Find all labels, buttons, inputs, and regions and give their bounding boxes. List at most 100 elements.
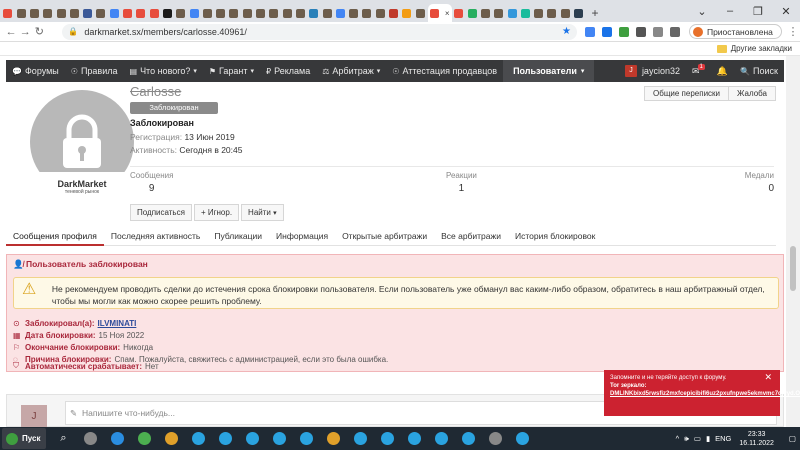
address-bar[interactable]: 🔒 darkmarket.sx/members/carlosse.40961/ … bbox=[62, 23, 577, 40]
browser-tab[interactable] bbox=[414, 4, 426, 22]
browser-tab[interactable] bbox=[82, 4, 94, 22]
clock[interactable]: 23:33 16.11.2022 bbox=[739, 430, 774, 448]
taskbar-app-icon[interactable] bbox=[403, 428, 426, 449]
browser-tab[interactable] bbox=[453, 4, 465, 22]
nav-item[interactable]: ₽ Реклама bbox=[260, 60, 316, 82]
browser-tab[interactable] bbox=[29, 4, 41, 22]
browser-tab[interactable] bbox=[533, 4, 545, 22]
close-icon[interactable]: ✕ bbox=[764, 373, 772, 382]
nav-item[interactable]: ⚖ Арбитраж ▾ bbox=[316, 60, 386, 82]
browser-tab[interactable] bbox=[546, 4, 558, 22]
close-window-icon[interactable]: ✕ bbox=[772, 0, 800, 22]
page-scrollbar[interactable] bbox=[786, 56, 800, 428]
start-button[interactable]: Пуск bbox=[2, 428, 46, 449]
other-bookmarks[interactable]: Другие закладки bbox=[731, 44, 792, 53]
profile-tab[interactable]: Открытые арбитражи bbox=[335, 228, 434, 246]
profile-tab[interactable]: Сообщения профиля bbox=[6, 228, 104, 246]
extension-icon[interactable] bbox=[599, 25, 615, 39]
user-menu[interactable]: J jaycion32 bbox=[619, 60, 686, 82]
taskbar-app-icon[interactable] bbox=[295, 428, 318, 449]
browser-tab[interactable] bbox=[162, 4, 174, 22]
browser-tab[interactable] bbox=[466, 4, 478, 22]
browser-tab[interactable] bbox=[135, 4, 147, 22]
extension-icon[interactable] bbox=[633, 25, 649, 39]
taskbar-app-icon[interactable] bbox=[214, 428, 237, 449]
search-button[interactable]: 🔍 Поиск bbox=[734, 60, 784, 82]
taskbar-app-icon[interactable] bbox=[79, 428, 102, 449]
stat-medals[interactable]: Медали 0 bbox=[745, 171, 774, 194]
browser-tab[interactable] bbox=[295, 4, 307, 22]
profile-tab[interactable]: Последняя активность bbox=[104, 228, 208, 246]
stat-messages[interactable]: Сообщения 9 bbox=[130, 171, 173, 194]
back-icon[interactable]: ← bbox=[4, 26, 18, 38]
taskbar-app-icon[interactable] bbox=[430, 428, 453, 449]
browser-tab[interactable] bbox=[374, 4, 386, 22]
browser-tab[interactable] bbox=[241, 4, 253, 22]
volume-icon[interactable]: 🕪 bbox=[684, 434, 689, 444]
language-indicator[interactable]: ENG bbox=[715, 434, 731, 443]
follow-button[interactable]: Подписаться bbox=[130, 204, 192, 221]
notifications-icon[interactable]: ▢ bbox=[789, 434, 796, 443]
browser-tab[interactable] bbox=[506, 4, 518, 22]
browser-tab[interactable] bbox=[2, 4, 14, 22]
browser-tab[interactable] bbox=[148, 4, 160, 22]
taskbar-app-icon[interactable] bbox=[106, 428, 129, 449]
battery-icon[interactable]: ▮ bbox=[706, 434, 710, 443]
browser-tab[interactable] bbox=[559, 4, 571, 22]
browser-tab[interactable] bbox=[480, 4, 492, 22]
taskbar-app-icon[interactable] bbox=[349, 428, 372, 449]
close-tab-icon[interactable]: × bbox=[445, 9, 450, 18]
ban-by-link[interactable]: ILVMINATI bbox=[98, 319, 137, 328]
nav-users[interactable]: Пользователи ▾ bbox=[503, 60, 595, 82]
browser-tab[interactable] bbox=[228, 4, 240, 22]
report-button[interactable]: Жалоба bbox=[728, 86, 776, 101]
taskbar-app-icon[interactable] bbox=[160, 428, 183, 449]
lock-icon[interactable]: 🔒 bbox=[68, 27, 78, 36]
extension-icon[interactable] bbox=[667, 25, 683, 39]
browser-tab[interactable] bbox=[573, 4, 585, 22]
taskbar-app-icon[interactable] bbox=[484, 428, 507, 449]
scrollbar-thumb[interactable] bbox=[790, 246, 796, 291]
browser-tab[interactable] bbox=[308, 4, 320, 22]
shared-conversations-button[interactable]: Общие переписки bbox=[644, 86, 730, 101]
browser-tab[interactable] bbox=[401, 4, 413, 22]
browser-tab[interactable] bbox=[42, 4, 54, 22]
browser-tab[interactable] bbox=[95, 4, 107, 22]
profile-tab[interactable]: История блокировок bbox=[508, 228, 602, 246]
extension-icon[interactable] bbox=[616, 25, 632, 39]
browser-tab[interactable] bbox=[108, 4, 120, 22]
browser-tab[interactable] bbox=[268, 4, 280, 22]
forward-icon[interactable]: → bbox=[18, 26, 32, 38]
browser-tab[interactable] bbox=[55, 4, 67, 22]
taskbar-app-icon[interactable] bbox=[322, 428, 345, 449]
browser-tab[interactable] bbox=[255, 4, 267, 22]
maximize-icon[interactable]: ❐ bbox=[744, 0, 772, 22]
stat-reactions[interactable]: Реакции 1 bbox=[446, 171, 477, 194]
nav-item[interactable]: ⚑ Гарант ▾ bbox=[203, 60, 260, 82]
taskbar-app-icon[interactable] bbox=[133, 428, 156, 449]
profile-tab[interactable]: Все арбитражи bbox=[434, 228, 508, 246]
tab-search-icon[interactable]: ⌄ bbox=[688, 0, 716, 22]
browser-tab[interactable] bbox=[215, 4, 227, 22]
ignore-button[interactable]: + Игнор. bbox=[193, 204, 240, 221]
browser-tab[interactable] bbox=[281, 4, 293, 22]
bookmark-star-icon[interactable]: ★ bbox=[562, 26, 571, 37]
minimize-icon[interactable]: – bbox=[716, 0, 744, 22]
browser-tab[interactable] bbox=[188, 4, 200, 22]
nav-item[interactable]: ▤ Что нового? ▾ bbox=[124, 60, 203, 82]
network-icon[interactable]: ▭ bbox=[694, 434, 701, 443]
nav-item[interactable]: 💬 Форумы bbox=[6, 60, 65, 82]
profile-button[interactable]: Приостановлена bbox=[688, 24, 782, 39]
taskbar-app-icon[interactable] bbox=[376, 428, 399, 449]
find-button[interactable]: Найти ▾ bbox=[241, 204, 284, 221]
profile-tab[interactable]: Информация bbox=[269, 228, 335, 246]
browser-tab[interactable] bbox=[493, 4, 505, 22]
browser-tab[interactable] bbox=[519, 4, 531, 22]
taskbar-app-icon[interactable] bbox=[268, 428, 291, 449]
taskbar-app-icon[interactable] bbox=[187, 428, 210, 449]
inbox-button[interactable]: ✉ 1 bbox=[686, 60, 711, 82]
browser-tab[interactable] bbox=[175, 4, 187, 22]
extension-icon[interactable] bbox=[650, 25, 666, 39]
reload-icon[interactable]: ↻ bbox=[32, 25, 46, 38]
extension-icon[interactable] bbox=[582, 25, 598, 39]
